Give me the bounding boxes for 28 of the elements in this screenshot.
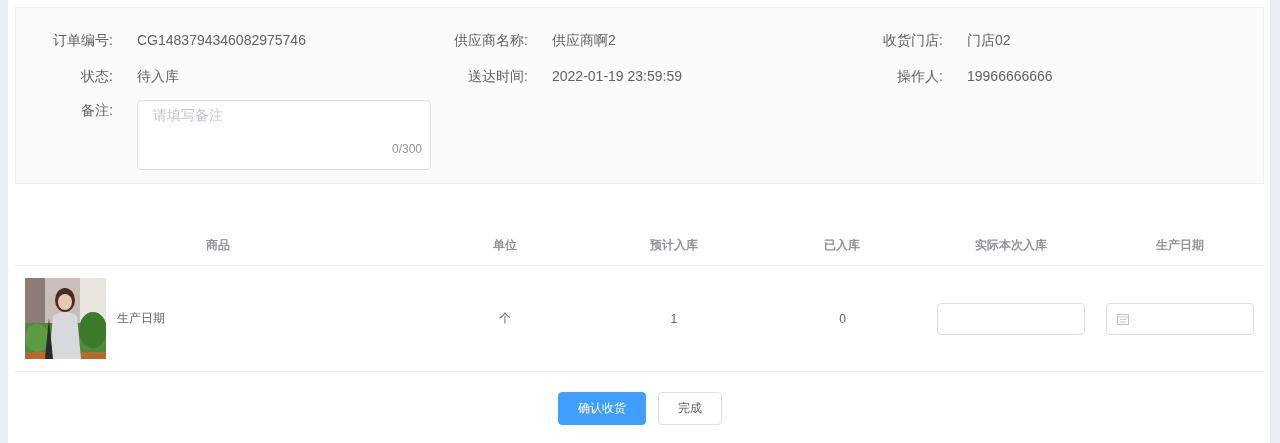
field-value: 待入库	[137, 67, 179, 86]
date-picker[interactable]	[1105, 302, 1254, 335]
field-label: 收货门店:	[882, 31, 944, 50]
table-cell: 1	[670, 311, 678, 326]
quantity-input[interactable]	[937, 302, 1086, 335]
column-header: 商品	[206, 236, 230, 254]
field-label: 备注:	[80, 101, 114, 120]
column-header: 单位	[493, 236, 518, 254]
field-value: 19966666666	[967, 67, 1053, 86]
field-value: 门店02	[967, 31, 1011, 50]
field-label: 操作人:	[896, 67, 944, 86]
char-counter: 0/300	[391, 142, 422, 156]
done-button[interactable]: 完成	[657, 392, 722, 425]
field-label: 状态:	[80, 67, 114, 86]
column-header: 已入库	[824, 236, 861, 254]
field-value: 2022-01-19 23:59:59	[552, 67, 682, 86]
field-value: 供应商啊2	[552, 31, 616, 50]
column-header: 实际本次入库	[975, 236, 1048, 254]
calendar-icon	[1116, 312, 1129, 325]
field-label: 订单编号:	[52, 31, 114, 50]
column-header: 预计入库	[649, 236, 698, 254]
field-label: 送达时间:	[467, 67, 529, 86]
table-cell: 个	[499, 310, 512, 327]
table-cell: 0	[839, 311, 846, 326]
column-header: 生产日期	[1155, 236, 1204, 254]
field-label: 供应商名称:	[453, 31, 529, 50]
product-name: 生产日期	[117, 310, 165, 327]
field-value: CG1483794346082975746	[137, 31, 306, 50]
